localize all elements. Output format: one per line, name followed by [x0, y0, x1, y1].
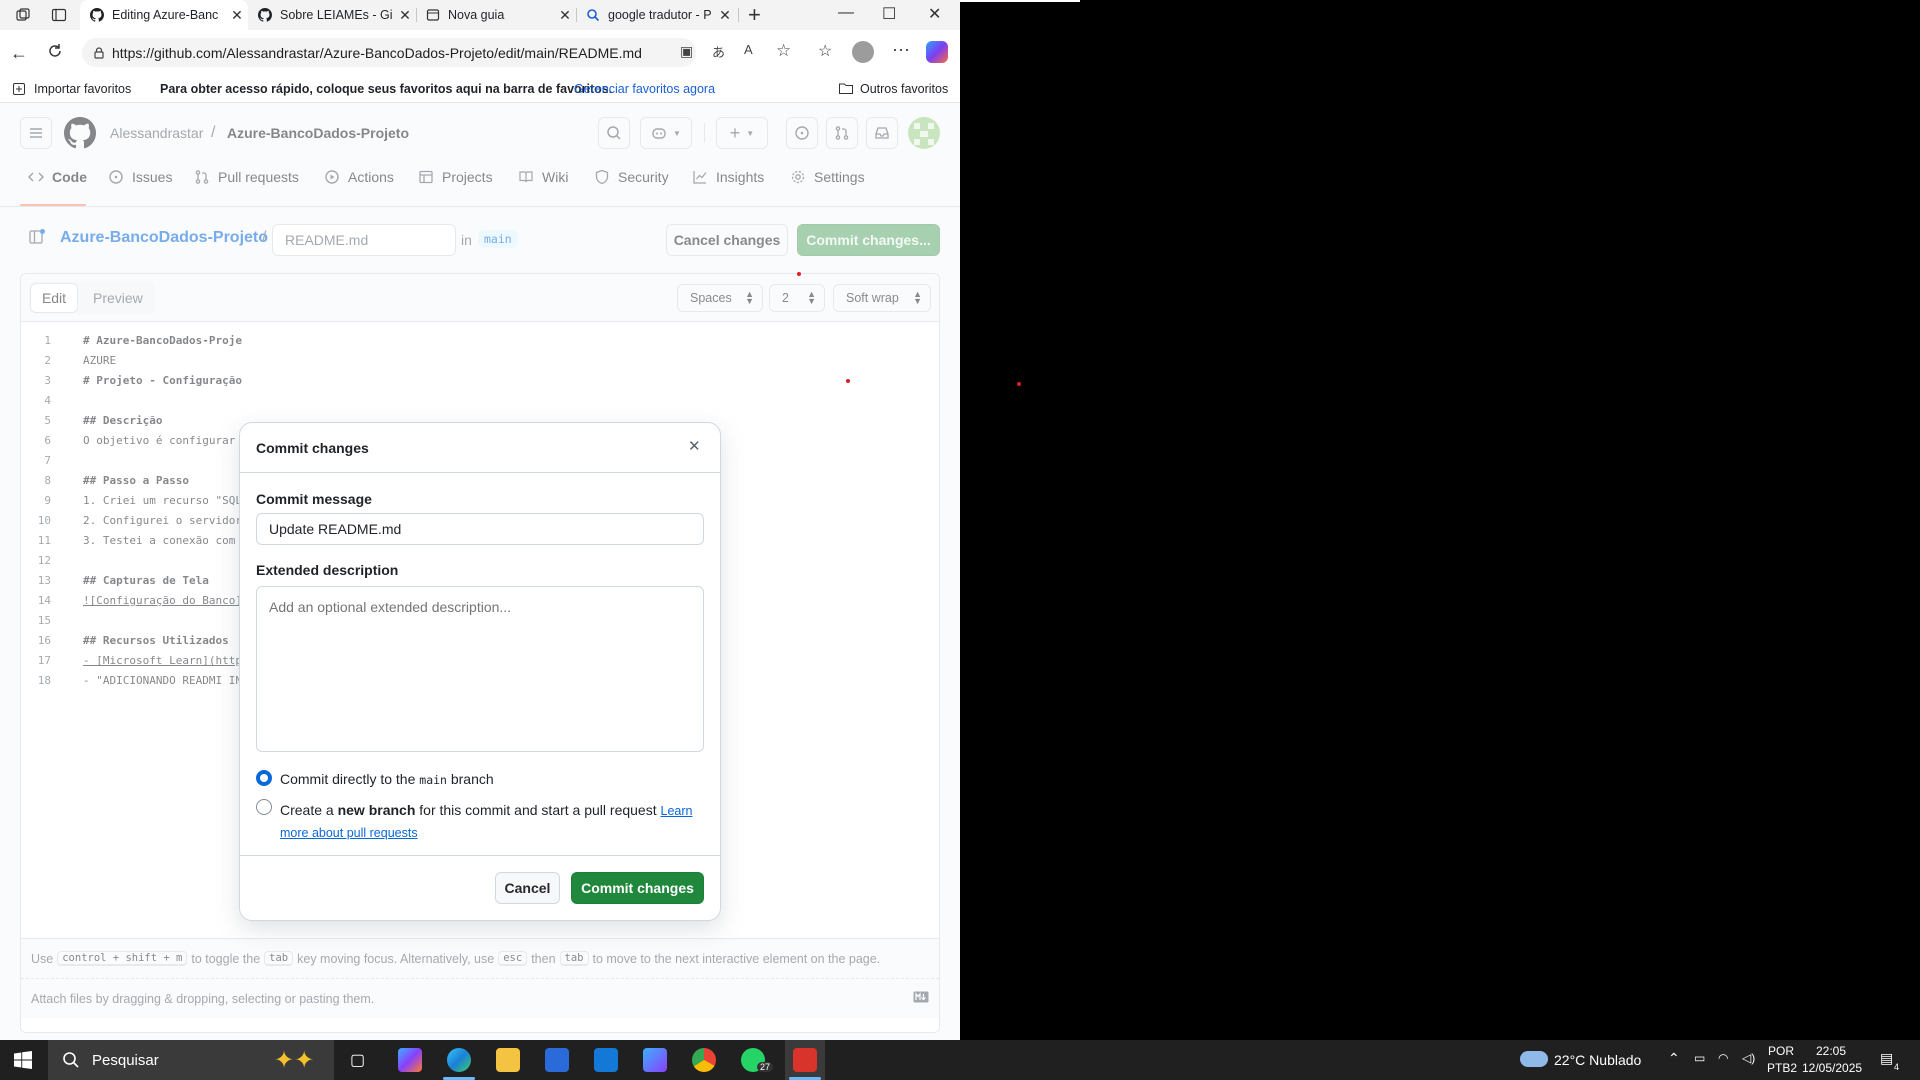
cursor-dot: [1017, 382, 1021, 386]
tab-title: google tradutor - P: [608, 8, 712, 22]
windows-start-icon[interactable]: [14, 1051, 32, 1069]
import-favorites-link[interactable]: Importar favoritos: [34, 82, 131, 96]
extended-description-textarea[interactable]: [256, 586, 704, 752]
folder-icon: [838, 81, 854, 95]
tab-nova-guia[interactable]: Nova guia ✕: [416, 0, 576, 30]
chevron-up-icon[interactable]: ⌃: [1668, 1050, 1680, 1067]
tab-google-tradutor[interactable]: google tradutor - P ✕: [576, 0, 736, 30]
other-favorites[interactable]: Outros favoritos: [860, 82, 948, 96]
screen-edge-line: [960, 0, 1080, 2]
favorites-bar: Importar favoritos Para obter acesso ráp…: [0, 75, 960, 103]
volume-icon[interactable]: ◁): [1742, 1051, 1755, 1065]
cloud-icon: [1520, 1051, 1548, 1067]
cursor-dot: [846, 379, 850, 383]
new-tab-button[interactable]: +: [748, 2, 761, 28]
tab-strip: Editing Azure-Banc ✕ Sobre LEIAMEs - Gi …: [0, 0, 960, 30]
github-icon: [90, 8, 104, 22]
clock-time[interactable]: 22:05: [1816, 1044, 1846, 1058]
notification-icon[interactable]: ▤: [1880, 1050, 1893, 1067]
translate-icon[interactable]: あ: [712, 42, 725, 61]
learn-more-link-cont[interactable]: more about pull requests: [280, 826, 418, 840]
taskbar: Pesquisar ✦✦ ▢ 27 22°C Nublado ⌃ ▭ ◠ ◁) …: [0, 1040, 1920, 1080]
address-row: ← https://github.com/Alessandrastar/Azur…: [0, 30, 960, 75]
taskbar-search[interactable]: Pesquisar ✦✦: [48, 1040, 334, 1080]
close-tab-icon[interactable]: ✕: [554, 7, 576, 24]
new-tab-icon: [426, 8, 440, 22]
commit-direct-radio[interactable]: [256, 770, 272, 786]
notification-count: 4: [1894, 1062, 1900, 1072]
close-tab-icon[interactable]: ✕: [226, 7, 248, 24]
search-placeholder: Pesquisar: [92, 1051, 159, 1069]
copilot-icon[interactable]: [926, 41, 948, 63]
copilot-app-icon[interactable]: [398, 1048, 422, 1072]
profile-avatar[interactable]: [852, 41, 874, 63]
browser-window: Editing Azure-Banc ✕ Sobre LEIAMEs - Gi …: [0, 0, 960, 1040]
github-icon: [258, 8, 272, 22]
weather-text[interactable]: 22°C Nublado: [1554, 1052, 1641, 1068]
edge-app-icon[interactable]: [447, 1048, 471, 1072]
close-tab-icon[interactable]: ✕: [714, 7, 736, 24]
battery-icon[interactable]: ▭: [1694, 1051, 1705, 1065]
tab-title: Editing Azure-Banc: [112, 8, 219, 22]
favorites-icon[interactable]: ☆: [818, 41, 832, 61]
close-window-icon[interactable]: ✕: [928, 4, 941, 24]
dialog-title: Commit changes: [256, 440, 369, 456]
clock-date[interactable]: 12/05/2025: [1802, 1061, 1862, 1075]
sparkle-icon: ✦✦: [274, 1047, 315, 1074]
maximize-icon[interactable]: ☐: [882, 4, 896, 24]
search-icon: [63, 1052, 79, 1068]
split-screen-icon[interactable]: ▣: [680, 43, 693, 60]
import-icon: [12, 82, 26, 96]
tab-title: Sobre LEIAMEs - Gi: [280, 8, 393, 22]
new-branch-radio[interactable]: [256, 799, 272, 815]
commit-message-label: Commit message: [256, 491, 372, 507]
new-branch-label[interactable]: Create a new branch for this commit and …: [280, 800, 704, 844]
minimize-icon[interactable]: —: [838, 4, 854, 22]
site-info-icon[interactable]: [92, 46, 106, 60]
cursor-dot: [797, 272, 801, 276]
refresh-icon[interactable]: [46, 42, 64, 60]
chrome-app-icon[interactable]: [692, 1048, 716, 1072]
task-view-icon[interactable]: ▢: [350, 1050, 365, 1070]
commit-dialog: Commit changes ✕ Commit message Extended…: [240, 423, 720, 920]
vertical-tabs-icon[interactable]: [50, 6, 68, 24]
lang-code[interactable]: POR: [1768, 1044, 1794, 1058]
commit-changes-submit-button[interactable]: Commit changes: [571, 872, 704, 904]
url-text: https://github.com/Alessandrastar/Azure-…: [112, 44, 642, 61]
close-tab-icon[interactable]: ✕: [394, 7, 416, 24]
whatsapp-badge: 27: [757, 1062, 774, 1072]
github-page: Alessandrastar / Azure-BancoDados-Projet…: [0, 103, 960, 1040]
search-icon: [586, 8, 600, 22]
wifi-icon[interactable]: ◠: [1718, 1051, 1728, 1065]
store-app-icon[interactable]: [545, 1048, 569, 1072]
outlook-app-icon[interactable]: [594, 1048, 618, 1072]
read-aloud-icon[interactable]: A: [744, 42, 753, 57]
tab-editing[interactable]: Editing Azure-Banc ✕: [80, 0, 248, 30]
more-icon[interactable]: ···: [892, 39, 910, 60]
learn-more-link[interactable]: Learn: [661, 804, 693, 818]
tab-sobre-leiames[interactable]: Sobre LEIAMEs - Gi ✕: [248, 0, 416, 30]
workspaces-icon[interactable]: [14, 6, 32, 24]
favorite-star-icon[interactable]: ☆: [776, 41, 791, 61]
favorites-hint: Para obter acesso rápido, coloque seus f…: [160, 82, 613, 96]
file-explorer-icon[interactable]: [496, 1048, 520, 1072]
tab-title: Nova guia: [448, 8, 505, 22]
commit-message-input[interactable]: [256, 513, 704, 545]
close-icon[interactable]: ✕: [688, 437, 701, 455]
cancel-button[interactable]: Cancel: [495, 872, 560, 904]
snipping-app-icon[interactable]: [793, 1048, 817, 1072]
back-icon[interactable]: ←: [10, 43, 28, 64]
extended-description-label: Extended description: [256, 562, 399, 578]
manage-favorites-link[interactable]: Gerenciar favoritos agora: [574, 82, 715, 96]
dialog-header: Commit changes ✕: [240, 423, 720, 473]
lang-variant[interactable]: PTB2: [1767, 1061, 1797, 1075]
m365-app-icon[interactable]: [643, 1048, 667, 1072]
commit-direct-label[interactable]: Commit directly to the main branch: [280, 771, 494, 787]
address-bar[interactable]: https://github.com/Alessandrastar/Azure-…: [82, 38, 696, 67]
